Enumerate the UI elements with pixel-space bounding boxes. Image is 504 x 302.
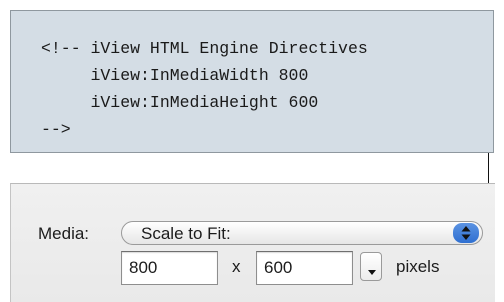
media-scale-value: Scale to Fit: (141, 224, 231, 243)
pixels-label: pixels (396, 257, 440, 276)
chevron-down-icon (368, 270, 376, 275)
up-down-arrows-icon[interactable] (453, 223, 479, 243)
code-line-4: --> (41, 120, 71, 139)
width-value: 800 (129, 258, 158, 277)
code-line-3: iView:InMediaHeight 600 (41, 93, 319, 112)
media-label: Media: (38, 224, 90, 243)
width-field[interactable]: 800 (121, 251, 218, 285)
height-field[interactable]: 600 (256, 251, 353, 285)
code-line-2: iView:InMediaWidth 800 (41, 66, 309, 85)
code-line-1: <!-- iView HTML Engine Directives (41, 39, 368, 58)
size-stepper[interactable] (360, 252, 382, 281)
height-value: 600 (264, 258, 293, 277)
media-scale-popup[interactable]: Scale to Fit: (121, 221, 483, 245)
code-snippet-box: <!-- iView HTML Engine Directives iView:… (10, 10, 494, 153)
times-label: x (232, 257, 241, 276)
